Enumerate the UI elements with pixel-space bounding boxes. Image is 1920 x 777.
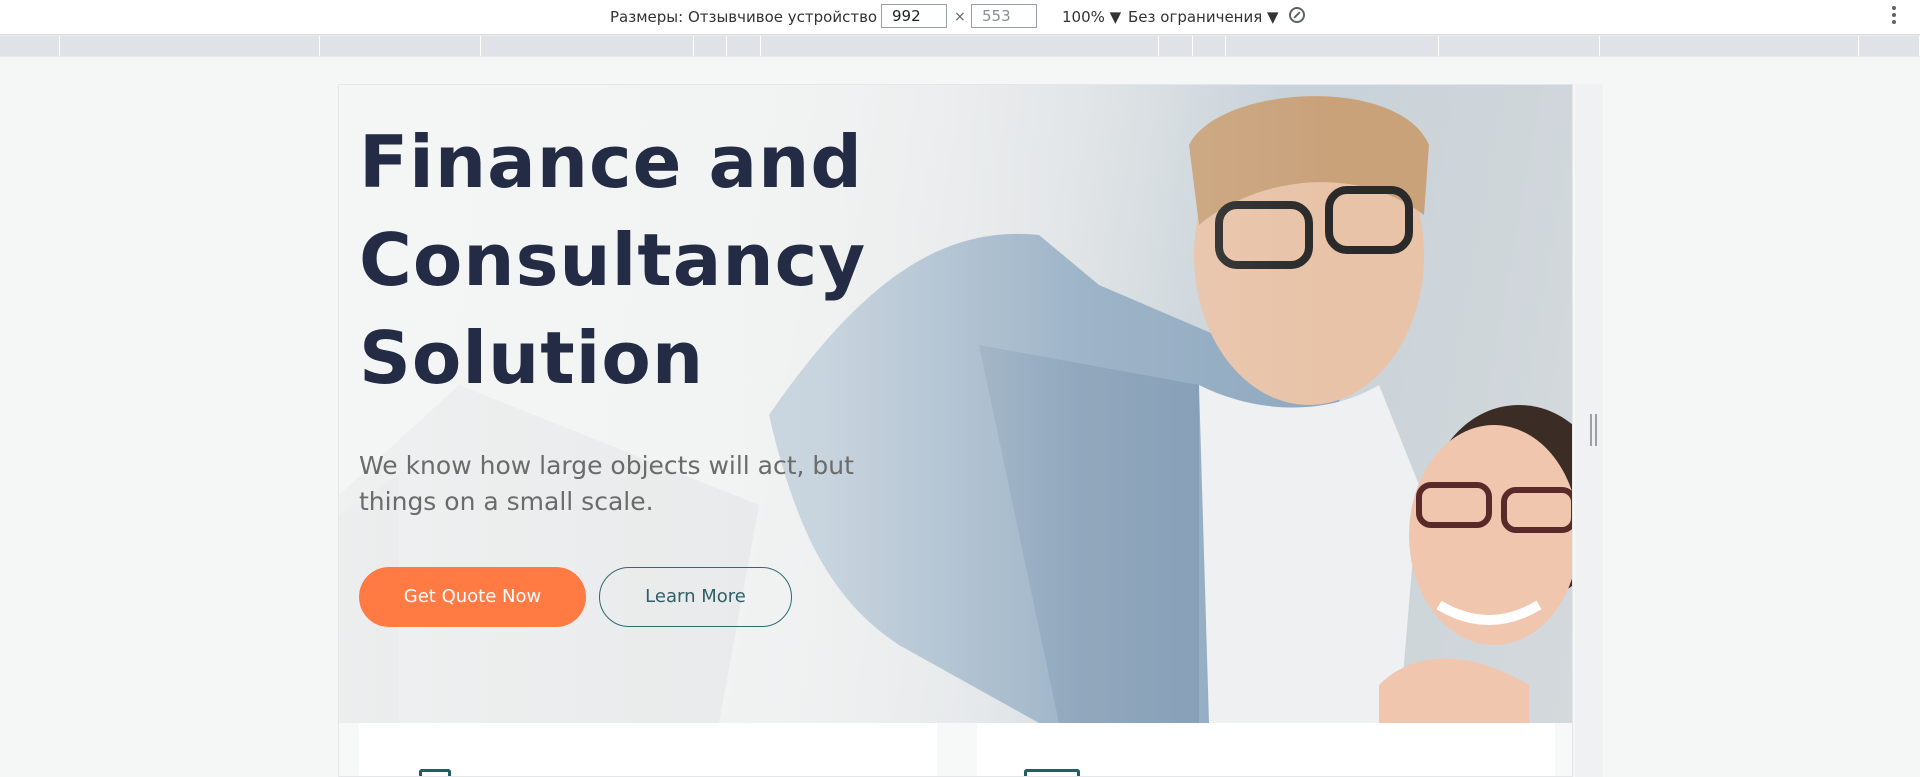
dimension-separator: × (954, 9, 966, 25)
devtools-device-toolbar: Размеры: Отзывчивое устройство ▼ 992 × 5… (0, 0, 1920, 35)
monitor-icon (1024, 769, 1080, 776)
ruler-segment[interactable] (1859, 36, 1920, 56)
hero-title: Finance and Consultancy Solution (359, 120, 867, 400)
ruler-segment[interactable] (1159, 36, 1193, 56)
feature-card (359, 723, 937, 776)
viewport-resize-handle[interactable] (1590, 414, 1597, 446)
ruler-segment[interactable] (1193, 36, 1226, 56)
get-quote-button[interactable]: Get Quote Now (359, 567, 586, 627)
more-vertical-icon[interactable] (1892, 6, 1896, 26)
rotate-icon[interactable] (1289, 7, 1305, 23)
ruler-segment[interactable] (60, 36, 320, 56)
ruler-segment[interactable] (761, 36, 1159, 56)
learn-more-button[interactable]: Learn More (599, 567, 792, 627)
ruler-segment[interactable] (0, 36, 60, 56)
ruler-segment[interactable] (481, 36, 694, 56)
ruler-segment[interactable] (1600, 36, 1859, 56)
ruler-segment[interactable] (1226, 36, 1439, 56)
throttle-dropdown[interactable]: Без ограничения ▼ (1128, 0, 1279, 34)
hero-subtitle: We know how large objects will act, but … (359, 451, 854, 516)
feature-card (977, 723, 1555, 776)
ruler-segment[interactable] (1439, 36, 1600, 56)
width-input[interactable]: 992 (881, 4, 947, 28)
document-icon (419, 769, 451, 776)
height-input[interactable]: 553 (971, 4, 1037, 28)
ruler-segment[interactable] (320, 36, 481, 56)
zoom-dropdown[interactable]: 100% ▼ (1062, 0, 1121, 34)
dimensions-dropdown[interactable]: Размеры: Отзывчивое устройство ▼ (610, 0, 893, 34)
viewport-side-strip (1575, 84, 1603, 777)
ruler-segment[interactable] (694, 36, 727, 56)
media-query-ruler (0, 35, 1920, 57)
ruler-segment[interactable] (727, 36, 761, 56)
page-viewport: Finance and Consultancy Solution We know… (338, 84, 1573, 777)
